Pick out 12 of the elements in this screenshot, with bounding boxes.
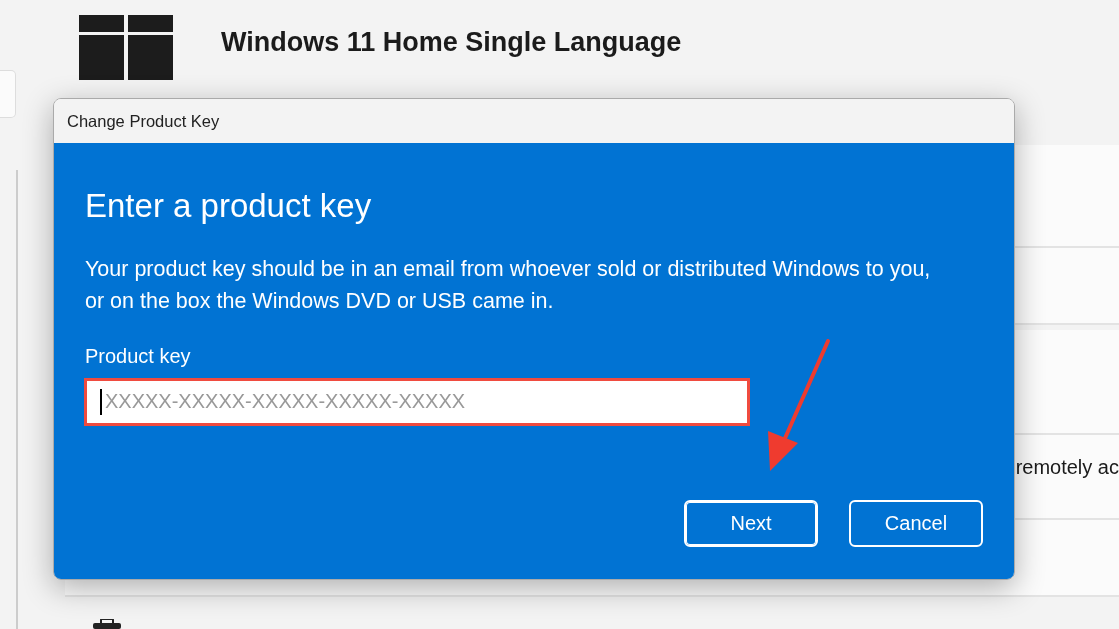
briefcase-icon: [93, 619, 121, 629]
sidebar-card: [0, 70, 16, 118]
field-label: Product key: [85, 343, 192, 369]
cancel-button[interactable]: Cancel: [849, 499, 983, 547]
next-button[interactable]: Next: [684, 499, 818, 547]
setting-description: remotely ac: [1015, 454, 1119, 480]
dialog-heading: Enter a product key: [85, 186, 373, 226]
product-key-field[interactable]: XXXXX-XXXXX-XXXXX-XXXXX-XXXXX: [85, 378, 749, 425]
dialog-description: Your product key should be in an email from whoever sold or distributed Windows to you, or on the box the Windows DVD or USB came in.: [85, 255, 932, 315]
windows-logo-icon: [79, 15, 174, 80]
dialog-title: Change Product Key: [54, 99, 1014, 143]
edition-title: Windows 11 Home Single Language: [221, 26, 682, 59]
